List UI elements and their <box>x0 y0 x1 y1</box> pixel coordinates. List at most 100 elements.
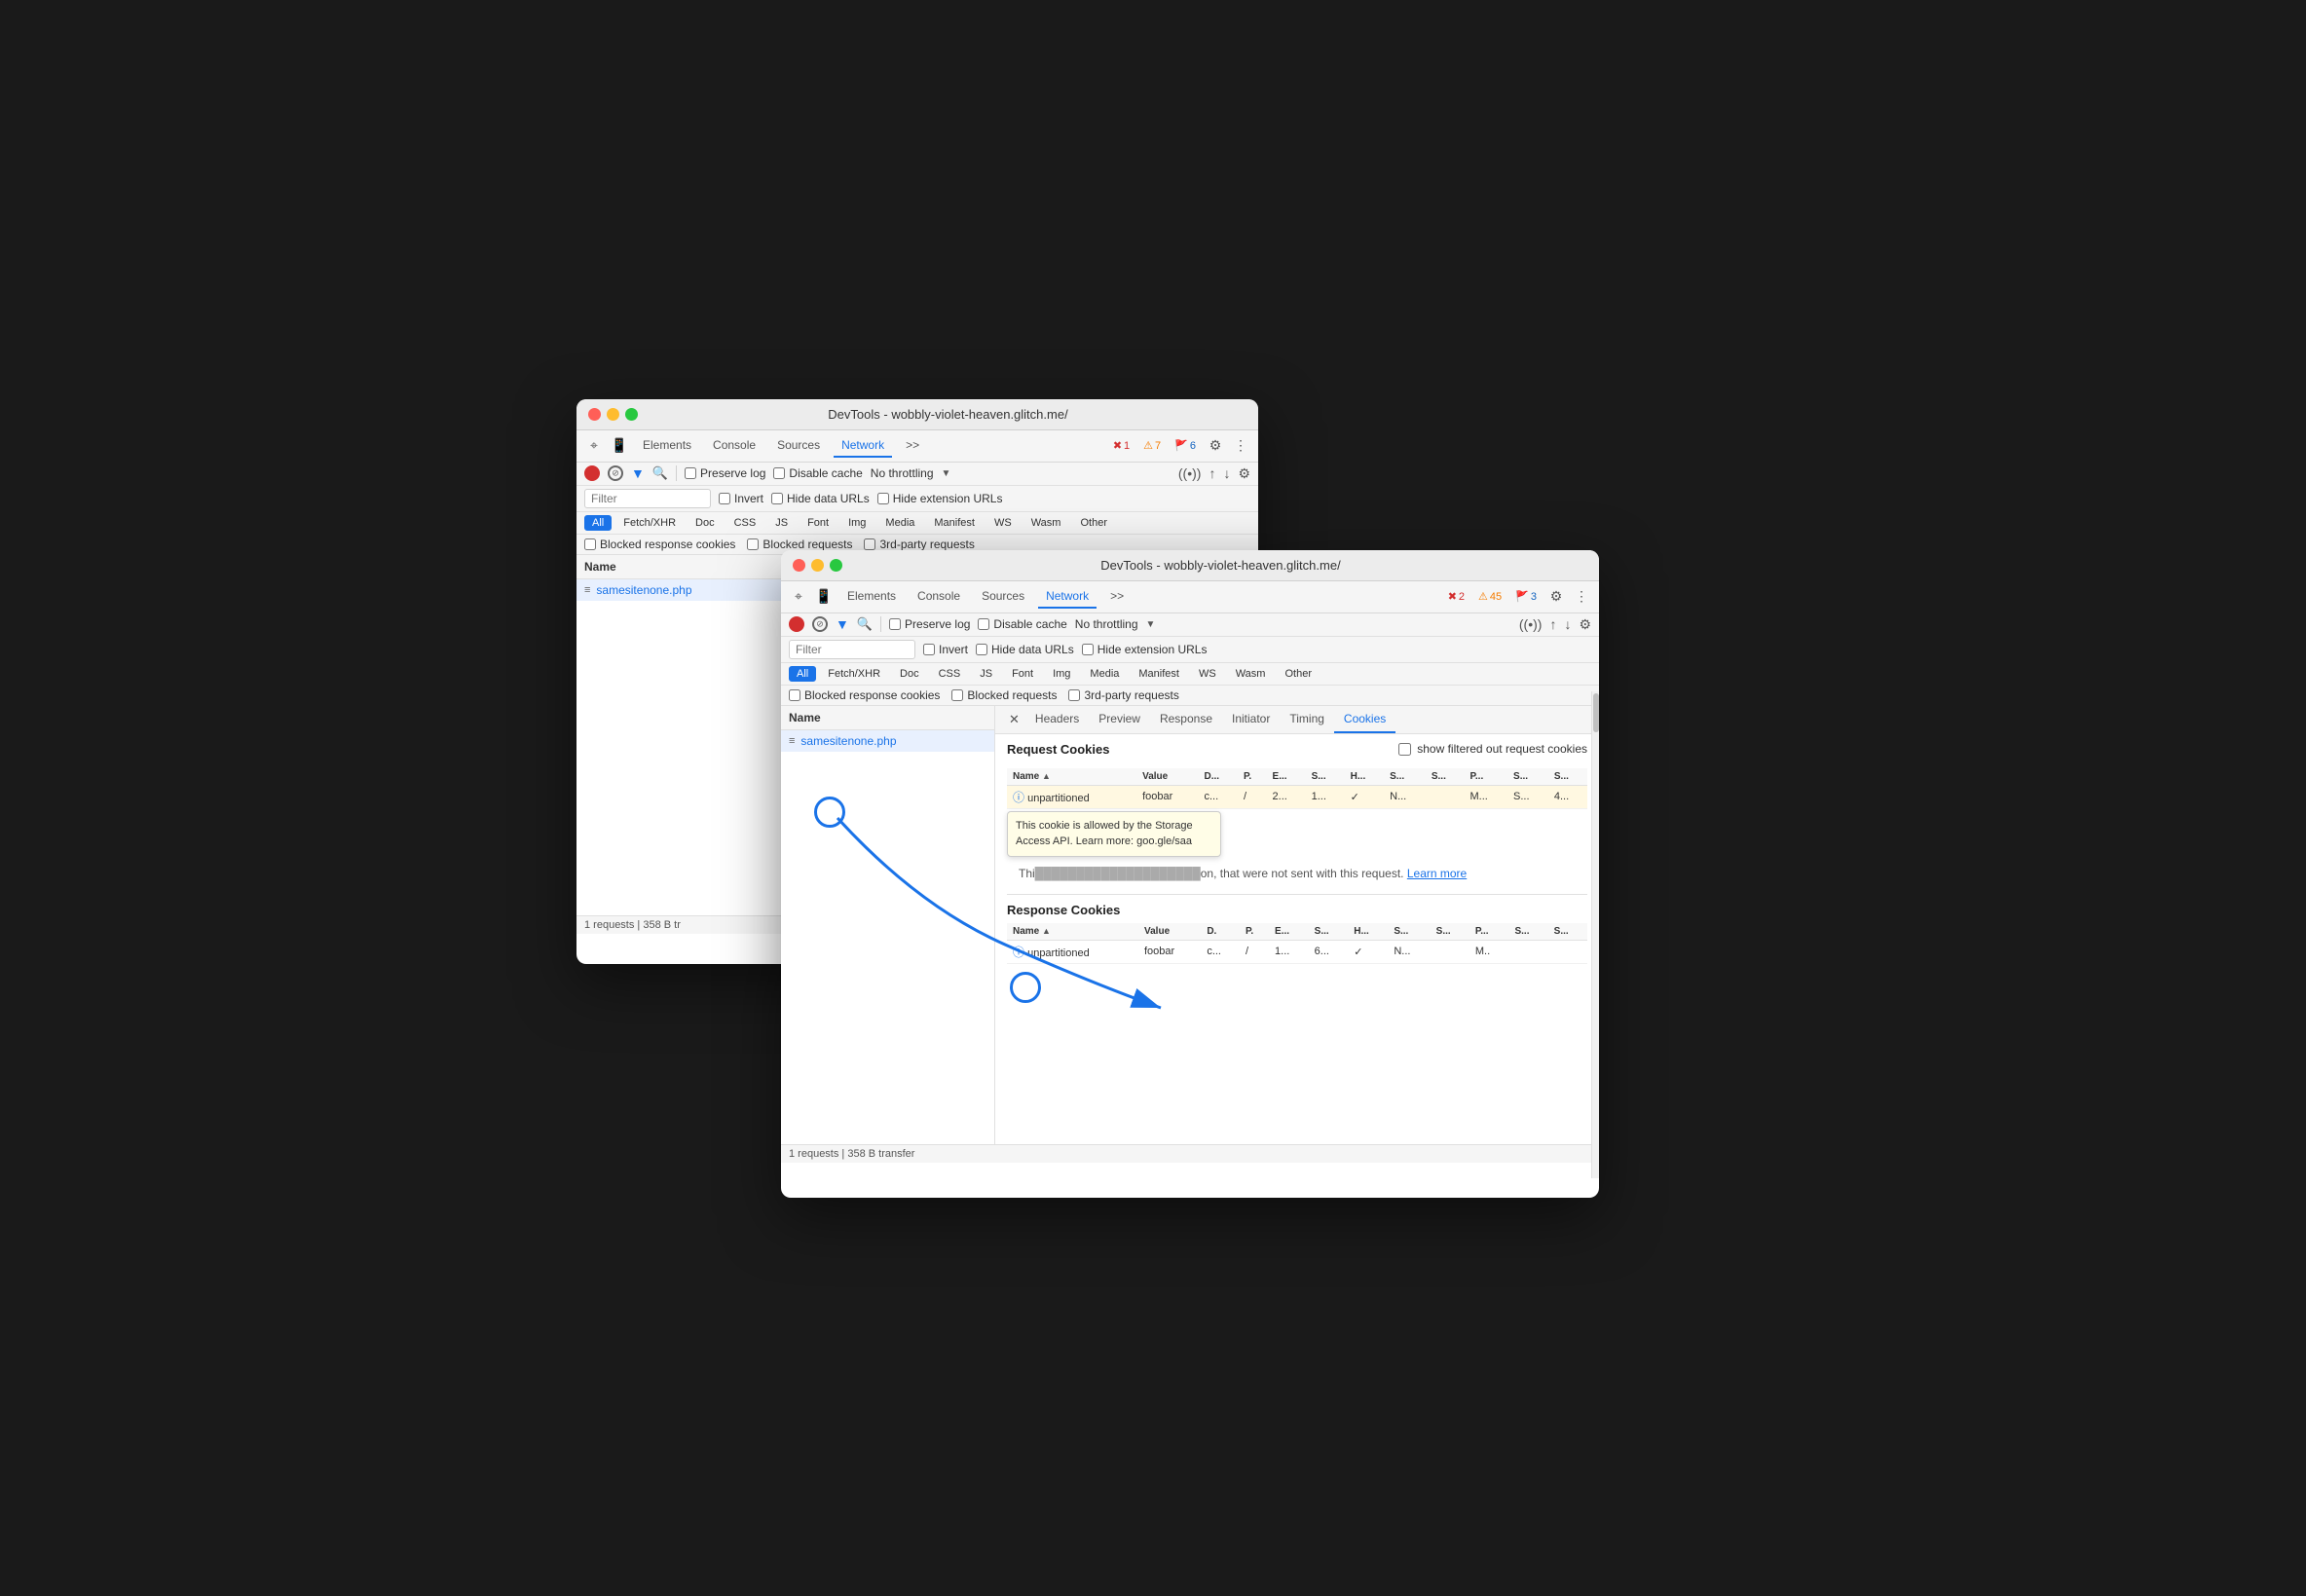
type-fetch-xhr-2[interactable]: Fetch/XHR <box>820 666 888 682</box>
tab-initiator-2[interactable]: Initiator <box>1222 706 1280 733</box>
stop-recording-icon-2[interactable] <box>789 616 804 632</box>
req-col-d-h[interactable]: D... <box>1199 768 1238 786</box>
type-css-1[interactable]: CSS <box>726 515 764 531</box>
req-col-s3-h[interactable]: S... <box>1507 768 1548 786</box>
req-col-e-h[interactable]: E... <box>1267 768 1306 786</box>
disable-cache-checkbox-2[interactable]: Disable cache <box>978 617 1066 631</box>
req-col-p-h[interactable]: P. <box>1238 768 1267 786</box>
type-all-1[interactable]: All <box>584 515 612 531</box>
blocked-response-cookies-2[interactable]: Blocked response cookies <box>789 688 940 702</box>
blocked-response-cookies-1[interactable]: Blocked response cookies <box>584 538 735 551</box>
type-font-2[interactable]: Font <box>1004 666 1041 682</box>
tab-more-2[interactable]: >> <box>1102 585 1132 609</box>
settings-icon-1[interactable]: ⚙ <box>1206 436 1225 456</box>
clear-icon-2[interactable]: ⊘ <box>812 616 828 632</box>
third-party-requests-1[interactable]: 3rd-party requests <box>864 538 974 551</box>
table-row[interactable]: ⓘ unpartitioned foobar c... / 1... 6... … <box>1007 940 1587 963</box>
type-other-2[interactable]: Other <box>1277 666 1320 682</box>
tab-elements-1[interactable]: Elements <box>635 434 699 458</box>
learn-more-link[interactable]: Learn more <box>1407 867 1467 880</box>
tab-preview-2[interactable]: Preview <box>1089 706 1150 733</box>
hide-data-urls-1[interactable]: Hide data URLs <box>771 492 870 505</box>
req-col-s4-h[interactable]: S... <box>1548 768 1587 786</box>
settings-icon-2[interactable]: ⚙ <box>1546 587 1566 607</box>
type-manifest-2[interactable]: Manifest <box>1131 666 1187 682</box>
close-button-2[interactable] <box>793 559 805 572</box>
req-col-h-h[interactable]: H... <box>1345 768 1384 786</box>
filter-icon-1[interactable]: ▼ <box>631 465 645 481</box>
tab-network-2[interactable]: Network <box>1038 585 1097 609</box>
type-img-1[interactable]: Img <box>840 515 874 531</box>
mobile-icon-1[interactable]: 📱 <box>610 436 629 456</box>
more-icon-1[interactable]: ⋮ <box>1231 436 1250 456</box>
tab-cookies-2[interactable]: Cookies <box>1334 706 1395 733</box>
tab-timing-2[interactable]: Timing <box>1280 706 1334 733</box>
third-party-requests-2[interactable]: 3rd-party requests <box>1068 688 1178 702</box>
mobile-icon-2[interactable]: 📱 <box>814 587 834 607</box>
search-icon-2[interactable]: 🔍 <box>857 616 873 632</box>
cursor-icon-2[interactable]: ⌖ <box>789 587 808 607</box>
show-filtered-checkbox[interactable]: show filtered out request cookies <box>1398 742 1587 756</box>
minimize-button-2[interactable] <box>811 559 824 572</box>
blocked-requests-2[interactable]: Blocked requests <box>951 688 1057 702</box>
cursor-icon-1[interactable]: ⌖ <box>584 436 604 456</box>
req-col-s1-h[interactable]: S... <box>1306 768 1345 786</box>
disable-cache-input-1[interactable] <box>773 467 785 479</box>
scrollbar-thumb-2[interactable] <box>1593 693 1599 732</box>
tab-elements-2[interactable]: Elements <box>839 585 904 609</box>
tab-sources-1[interactable]: Sources <box>769 434 828 458</box>
file-item-1[interactable]: ≡ samesitenone.php <box>576 579 790 601</box>
resp-col-name-h[interactable]: Name ▲ <box>1007 923 1138 941</box>
tab-network-1[interactable]: Network <box>834 434 892 458</box>
tab-sources-2[interactable]: Sources <box>974 585 1032 609</box>
close-button-1[interactable] <box>588 408 601 421</box>
type-manifest-1[interactable]: Manifest <box>926 515 983 531</box>
clear-icon-1[interactable]: ⊘ <box>608 465 623 481</box>
tab-headers-2[interactable]: Headers <box>1025 706 1089 733</box>
search-icon-1[interactable]: 🔍 <box>652 465 668 481</box>
type-ws-2[interactable]: WS <box>1191 666 1224 682</box>
close-detail-btn-2[interactable]: ✕ <box>1003 707 1025 732</box>
blocked-requests-1[interactable]: Blocked requests <box>747 538 852 551</box>
hide-data-urls-2[interactable]: Hide data URLs <box>976 643 1074 656</box>
tab-console-2[interactable]: Console <box>910 585 968 609</box>
more-icon-2[interactable]: ⋮ <box>1572 587 1591 607</box>
req-col-value-h[interactable]: Value <box>1136 768 1198 786</box>
type-wasm-1[interactable]: Wasm <box>1023 515 1069 531</box>
type-media-1[interactable]: Media <box>877 515 922 531</box>
type-js-1[interactable]: JS <box>767 515 796 531</box>
tab-more-1[interactable]: >> <box>898 434 927 458</box>
preserve-log-checkbox-2[interactable]: Preserve log <box>889 617 970 631</box>
type-font-1[interactable]: Font <box>800 515 837 531</box>
preserve-log-input-1[interactable] <box>685 467 696 479</box>
invert-checkbox-1[interactable]: Invert <box>719 492 763 505</box>
filter-input-1[interactable] <box>584 489 711 508</box>
tab-response-2[interactable]: Response <box>1150 706 1222 733</box>
invert-checkbox-2[interactable]: Invert <box>923 643 968 656</box>
tab-console-1[interactable]: Console <box>705 434 763 458</box>
type-other-1[interactable]: Other <box>1072 515 1115 531</box>
req-col-pp-h[interactable]: P... <box>1465 768 1508 786</box>
type-media-2[interactable]: Media <box>1082 666 1127 682</box>
type-ws-1[interactable]: WS <box>986 515 1020 531</box>
file-item-2[interactable]: ≡ samesitenone.php <box>781 730 994 752</box>
minimize-button-1[interactable] <box>607 408 619 421</box>
maximize-button-2[interactable] <box>830 559 842 572</box>
preserve-log-checkbox-1[interactable]: Preserve log <box>685 466 765 480</box>
req-col-name-h[interactable]: Name ▲ <box>1007 768 1136 786</box>
type-fetch-xhr-1[interactable]: Fetch/XHR <box>615 515 684 531</box>
maximize-button-1[interactable] <box>625 408 638 421</box>
filter-icon-2[interactable]: ▼ <box>836 616 849 632</box>
disable-cache-checkbox-1[interactable]: Disable cache <box>773 466 862 480</box>
scrollbar-2[interactable] <box>1591 691 1599 1178</box>
table-row[interactable]: ⓘ unpartitioned foobar c... / 2... 1... … <box>1007 785 1587 808</box>
type-img-2[interactable]: Img <box>1045 666 1078 682</box>
type-doc-1[interactable]: Doc <box>688 515 723 531</box>
hide-ext-urls-2[interactable]: Hide extension URLs <box>1082 643 1208 656</box>
type-all-2[interactable]: All <box>789 666 816 682</box>
stop-recording-icon-1[interactable] <box>584 465 600 481</box>
req-col-s2-h[interactable]: S... <box>1384 768 1426 786</box>
type-js-2[interactable]: JS <box>972 666 1000 682</box>
type-doc-2[interactable]: Doc <box>892 666 927 682</box>
filter-input-2[interactable] <box>789 640 915 659</box>
